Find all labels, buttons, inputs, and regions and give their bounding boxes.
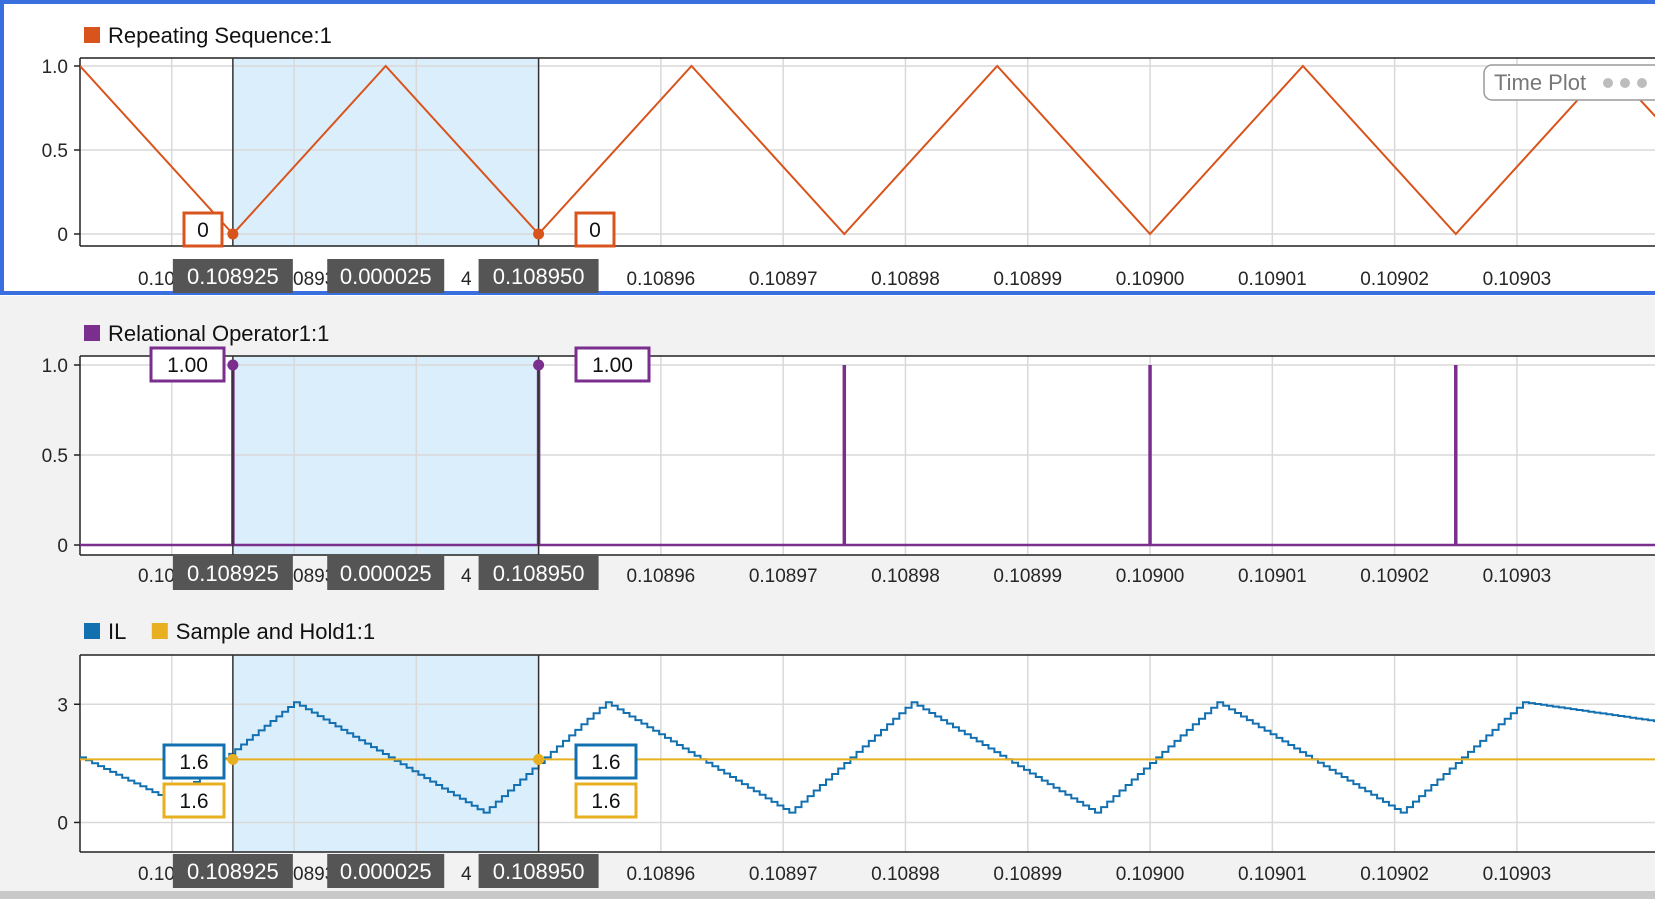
x-tick-label: 0.10902 bbox=[1360, 269, 1429, 290]
x-tick-label: 0.10901 bbox=[1238, 566, 1307, 587]
x-tick-label: 0.10900 bbox=[1116, 269, 1185, 290]
left-cursor-time-label: 0.108925 bbox=[187, 561, 279, 586]
x-tick-label: 0.10903 bbox=[1483, 269, 1552, 290]
legend-label[interactable]: Repeating Sequence:1 bbox=[108, 23, 332, 48]
x-tick-label: 0.10898 bbox=[871, 566, 940, 587]
x-tick-label: 0.10902 bbox=[1360, 864, 1429, 885]
cursor-point bbox=[533, 359, 545, 371]
right-cursor-il-value: 1.6 bbox=[591, 751, 620, 774]
cursor-point bbox=[227, 228, 239, 240]
cursor-delta-label: 0.000025 bbox=[340, 264, 432, 289]
legend-swatch bbox=[151, 623, 168, 639]
x-tick-label: 0.10897 bbox=[749, 269, 818, 290]
x-tick-label: 0.10900 bbox=[1116, 864, 1185, 885]
right-cursor-value: 0 bbox=[589, 219, 601, 242]
more-dots-icon[interactable] bbox=[1603, 78, 1647, 88]
x-tick-label: 0.10903 bbox=[1483, 566, 1552, 587]
legend-label[interactable]: Relational Operator1:1 bbox=[108, 321, 329, 346]
x-tick-label: 0.10898 bbox=[871, 269, 940, 290]
legend-swatch bbox=[84, 325, 100, 341]
x-tick-label: 0.10899 bbox=[993, 566, 1062, 587]
time-plot-badge[interactable]: Time Plot bbox=[1483, 64, 1655, 101]
panel-il-sample-hold[interactable]: 3 0 0.10896 0.10897 0.10898 0.10899 0.10900 0.1… bbox=[57, 619, 1655, 888]
left-cursor-il-value: 1.6 bbox=[179, 751, 208, 774]
left-cursor-value: 1.00 bbox=[167, 354, 208, 377]
legend-swatch bbox=[84, 623, 100, 639]
x-tick-label: 0.10901 bbox=[1238, 864, 1307, 885]
y-tick-label: 3 bbox=[57, 695, 68, 716]
cursor-point bbox=[227, 359, 239, 371]
x-tick-label: 0.10903 bbox=[1483, 864, 1552, 885]
legend-label[interactable]: IL bbox=[108, 619, 126, 644]
x-tick-label: 0.10902 bbox=[1360, 566, 1429, 587]
right-cursor-time-label: 0.108950 bbox=[493, 859, 585, 884]
x-tick-label-partial: 4 bbox=[461, 864, 472, 885]
x-tick-label: 0.10896 bbox=[627, 566, 696, 587]
right-cursor-time-label: 0.108950 bbox=[493, 264, 585, 289]
cursor-point bbox=[533, 228, 545, 240]
bottom-toolbar-strip bbox=[0, 891, 1655, 899]
cursor-point bbox=[227, 753, 239, 765]
x-tick-label: 0.10896 bbox=[627, 864, 696, 885]
y-tick-label: 0 bbox=[57, 225, 68, 246]
x-tick-label-partial: 4 bbox=[461, 566, 472, 587]
left-cursor-value: 0 bbox=[197, 219, 209, 242]
left-cursor-time-label: 0.108925 bbox=[187, 264, 279, 289]
left-cursor-sh-value: 1.6 bbox=[179, 790, 208, 813]
y-tick-label: 0 bbox=[57, 813, 68, 834]
x-tick-label: 0.10897 bbox=[749, 864, 818, 885]
x-tick-label-partial: 4 bbox=[461, 269, 472, 290]
x-tick-label: 0.10900 bbox=[1116, 566, 1185, 587]
time-plot-chart: 1.0 0.5 0 0.10896 0.10897 0.10898 0.10899 0.109… bbox=[0, 0, 1655, 899]
left-cursor-time-label: 0.108925 bbox=[187, 859, 279, 884]
x-tick-label: 0.10899 bbox=[993, 269, 1062, 290]
cursor-selection-band bbox=[232, 58, 539, 246]
y-tick-label: 1.0 bbox=[42, 356, 68, 377]
x-tick-label: 0.10897 bbox=[749, 566, 818, 587]
x-tick-label: 0.10898 bbox=[871, 864, 940, 885]
cursor-delta-label: 0.000025 bbox=[340, 561, 432, 586]
time-plot-badge-label: Time Plot bbox=[1494, 70, 1586, 95]
right-cursor-sh-value: 1.6 bbox=[591, 790, 620, 813]
cursor-delta-label: 0.000025 bbox=[340, 859, 432, 884]
x-tick-label: 0.10896 bbox=[627, 269, 696, 290]
right-cursor-value: 1.00 bbox=[592, 354, 633, 377]
cursor-point bbox=[533, 753, 545, 765]
right-cursor-time-label: 0.108950 bbox=[493, 561, 585, 586]
legend-label[interactable]: Sample and Hold1:1 bbox=[176, 619, 375, 644]
panel-relational-operator[interactable]: 1.0 0.5 0 0.10896 0.10897 0.10898 0.10899 0.109… bbox=[42, 321, 1655, 590]
y-tick-label: 0.5 bbox=[42, 141, 68, 162]
y-tick-label: 0 bbox=[57, 536, 68, 557]
x-tick-label: 0.10899 bbox=[993, 864, 1062, 885]
legend-swatch bbox=[84, 27, 100, 43]
y-tick-label: 0.5 bbox=[42, 446, 68, 467]
x-tick-label: 0.10901 bbox=[1238, 269, 1307, 290]
y-tick-label: 1.0 bbox=[42, 57, 68, 78]
